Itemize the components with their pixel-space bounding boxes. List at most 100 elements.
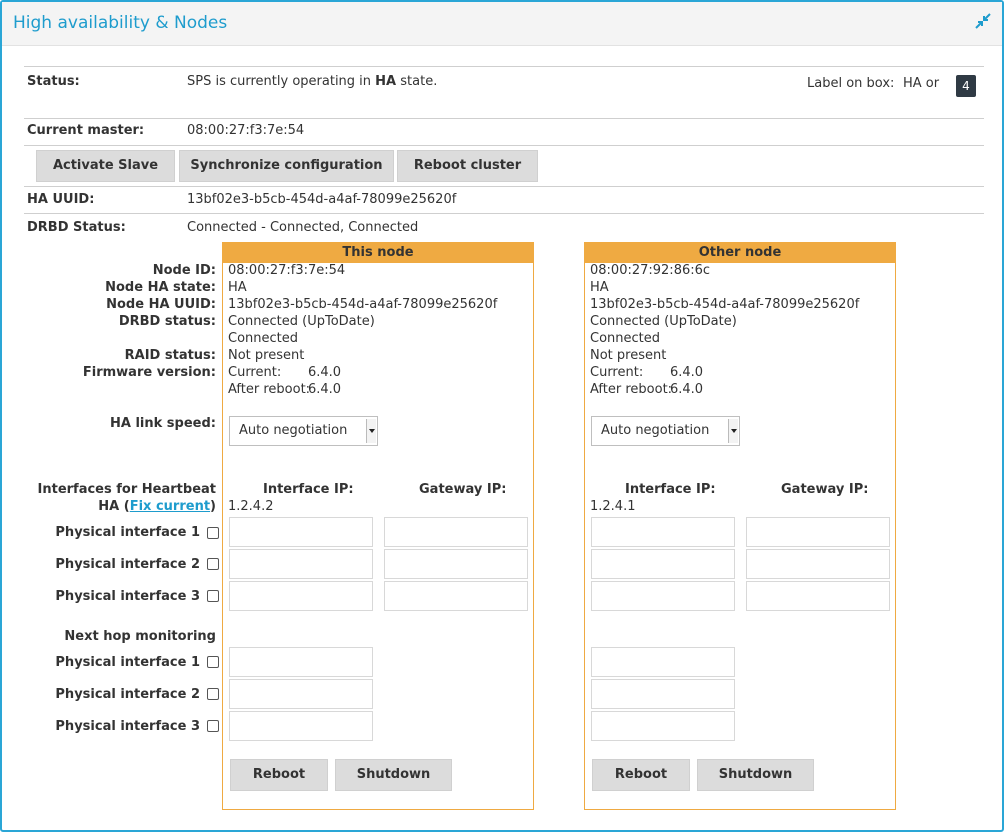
divider — [24, 66, 984, 67]
this-node-reboot-button[interactable]: Reboot — [230, 759, 328, 791]
other-node-gateway-ip-header: Gateway IP: — [781, 482, 869, 497]
divider — [24, 118, 984, 119]
other-nh2-ip-input[interactable] — [591, 679, 735, 709]
activate-slave-button[interactable]: Activate Slave — [36, 150, 175, 182]
divider — [24, 145, 984, 146]
raid-status-label: RAID status: — [124, 348, 216, 363]
this-node-drbd-2: Connected — [228, 331, 299, 346]
node-ha-uuid-label: Node HA UUID: — [106, 297, 216, 312]
hb-phys3-label: Physical interface 3 — [55, 589, 200, 604]
heartbeat-ha-label: HA (Fix current) — [98, 499, 216, 514]
other-node-ha-ip: 1.2.4.1 — [590, 499, 636, 514]
other-node-raid: Not present — [590, 348, 667, 363]
other-node-id: 08:00:27:92:86:6c — [590, 263, 711, 278]
this-hb3-interface-ip-input[interactable] — [229, 581, 373, 611]
other-node-fw-current-label: Current: — [590, 365, 644, 380]
status-label: Status: — [27, 74, 80, 89]
this-node-shutdown-button[interactable]: Shutdown — [335, 759, 452, 791]
other-hb2-gateway-ip-input[interactable] — [746, 549, 890, 579]
this-node-fw-after-label: After reboot: — [228, 382, 311, 397]
ha-uuid-label: HA UUID: — [27, 192, 95, 207]
this-nh3-ip-input[interactable] — [229, 711, 373, 741]
other-hb3-interface-ip-input[interactable] — [591, 581, 735, 611]
node-ha-state-label: Node HA state: — [105, 280, 216, 295]
ha-uuid-value: 13bf02e3-b5cb-454d-a4af-78099e25620f — [187, 192, 457, 207]
current-master-label: Current master: — [27, 123, 145, 138]
this-node-fw-current-label: Current: — [228, 365, 282, 380]
this-node-link-speed-select[interactable]: Auto negotiation — [229, 416, 378, 446]
chevron-down-icon — [366, 419, 376, 443]
nh-phys3-label: Physical interface 3 — [55, 719, 200, 734]
other-hb3-gateway-ip-input[interactable] — [746, 581, 890, 611]
other-node-fw-current: 6.4.0 — [670, 365, 704, 380]
other-node-link-speed-value: Auto negotiation — [601, 423, 710, 438]
other-node-link-speed-select[interactable]: Auto negotiation — [591, 416, 740, 446]
next-hop-label: Next hop monitoring — [64, 629, 216, 644]
other-hb1-interface-ip-input[interactable] — [591, 517, 735, 547]
this-node-gateway-ip-header: Gateway IP: — [419, 482, 507, 497]
synchronize-configuration-button[interactable]: Synchronize configuration — [179, 150, 394, 182]
this-node-ha-uuid: 13bf02e3-b5cb-454d-a4af-78099e25620f — [228, 297, 498, 312]
this-hb2-interface-ip-input[interactable] — [229, 549, 373, 579]
other-node-reboot-button[interactable]: Reboot — [592, 759, 690, 791]
nh-phys2-label: Physical interface 2 — [55, 687, 200, 702]
firmware-version-label: Firmware version: — [82, 365, 216, 380]
other-node-drbd-2: Connected — [590, 331, 661, 346]
this-node-interface-ip-header: Interface IP: — [263, 482, 354, 497]
this-hb1-interface-ip-input[interactable] — [229, 517, 373, 547]
this-node-id: 08:00:27:f3:7e:54 — [228, 263, 346, 278]
fix-current-link[interactable]: Fix current — [130, 499, 210, 514]
current-master-value: 08:00:27:f3:7e:54 — [187, 123, 305, 138]
other-node-drbd-1: Connected (UpToDate) — [590, 314, 737, 329]
ha-link-speed-label: HA link speed: — [110, 416, 216, 431]
other-hb1-gateway-ip-input[interactable] — [746, 517, 890, 547]
drbd-status-value: Connected - Connected, Connected — [187, 220, 419, 235]
this-hb3-gateway-ip-input[interactable] — [384, 581, 528, 611]
other-hb2-interface-ip-input[interactable] — [591, 549, 735, 579]
chevron-down-icon — [728, 419, 738, 443]
nh-phys1-label: Physical interface 1 — [55, 655, 200, 670]
collapse-arrows-icon[interactable] — [974, 12, 992, 30]
this-node-header: This node — [223, 243, 533, 263]
this-node-link-speed-value: Auto negotiation — [239, 423, 348, 438]
this-node-ha-state: HA — [228, 280, 247, 295]
divider — [24, 213, 984, 214]
drbd-status-label: DRBD Status: — [27, 220, 126, 235]
other-node-shutdown-button[interactable]: Shutdown — [697, 759, 814, 791]
nh-phys1-checkbox[interactable] — [207, 656, 219, 668]
reboot-cluster-button[interactable]: Reboot cluster — [397, 150, 538, 182]
ha-nodes-panel: High availability & Nodes Status: SPS is… — [0, 0, 1004, 832]
hb-phys1-label: Physical interface 1 — [55, 525, 200, 540]
nh-phys3-checkbox[interactable] — [207, 720, 219, 732]
other-node-fw-after: 6.4.0 — [670, 382, 704, 397]
hb-phys1-checkbox[interactable] — [207, 527, 219, 539]
this-node-fw-after: 6.4.0 — [308, 382, 342, 397]
drbd-status-row-label: DRBD status: — [118, 314, 216, 329]
other-node-ha-uuid: 13bf02e3-b5cb-454d-a4af-78099e25620f — [590, 297, 860, 312]
node-id-label: Node ID: — [152, 263, 216, 278]
this-hb1-gateway-ip-input[interactable] — [384, 517, 528, 547]
box-label-badge: 4 — [956, 75, 976, 97]
this-hb2-gateway-ip-input[interactable] — [384, 549, 528, 579]
other-nh3-ip-input[interactable] — [591, 711, 735, 741]
panel-header: High availability & Nodes — [2, 2, 1002, 46]
this-nh2-ip-input[interactable] — [229, 679, 373, 709]
heartbeat-label: Interfaces for Heartbeat — [37, 482, 216, 497]
this-node-raid: Not present — [228, 348, 305, 363]
hb-phys2-label: Physical interface 2 — [55, 557, 200, 572]
other-nh1-ip-input[interactable] — [591, 647, 735, 677]
hb-phys3-checkbox[interactable] — [207, 590, 219, 602]
nh-phys2-checkbox[interactable] — [207, 688, 219, 700]
other-node-fw-after-label: After reboot: — [590, 382, 673, 397]
status-state: HA — [375, 74, 397, 89]
label-on-box-value: HA or — [903, 76, 940, 91]
label-on-box-text: Label on box: — [807, 76, 895, 91]
this-nh1-ip-input[interactable] — [229, 647, 373, 677]
other-node-interface-ip-header: Interface IP: — [625, 482, 716, 497]
hb-phys2-checkbox[interactable] — [207, 558, 219, 570]
this-node-drbd-1: Connected (UpToDate) — [228, 314, 375, 329]
this-node-fw-current: 6.4.0 — [308, 365, 342, 380]
status-text: SPS is currently operating in HA state. — [187, 74, 438, 89]
other-node-ha-state: HA — [590, 280, 609, 295]
other-node-header: Other node — [585, 243, 895, 263]
